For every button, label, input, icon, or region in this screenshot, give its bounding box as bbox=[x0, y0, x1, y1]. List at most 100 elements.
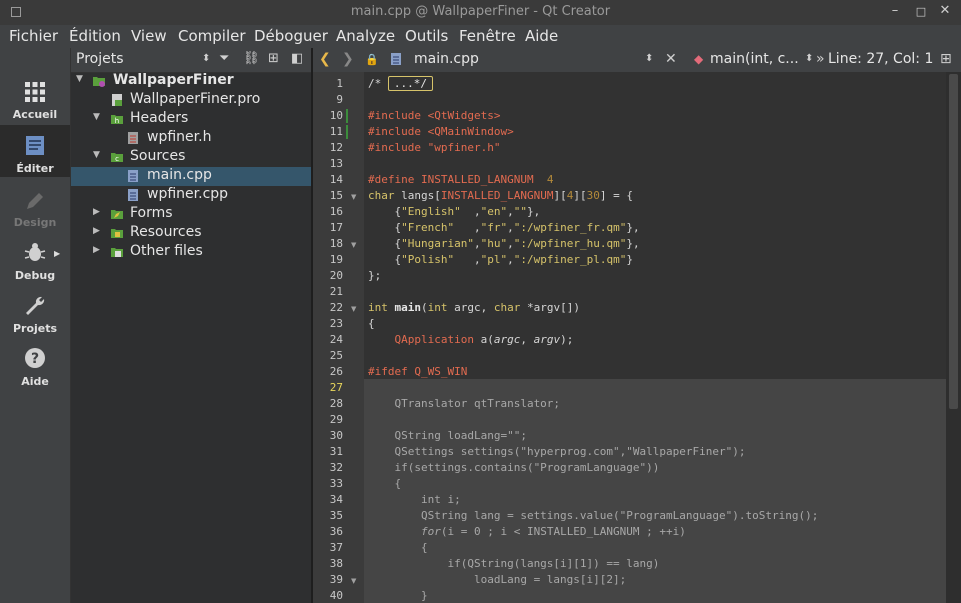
code-token: }, bbox=[526, 205, 541, 218]
selector-arrows-icon[interactable]: ⬍ bbox=[645, 53, 653, 64]
mode-projets[interactable]: Projets bbox=[0, 284, 70, 336]
line-number: 34 bbox=[329, 493, 343, 506]
pencil-icon bbox=[27, 193, 43, 209]
code-line: if(settings.contains("ProgramLanguage")) bbox=[368, 461, 660, 474]
code-token: (i = 0 ; i < INSTALLED_LANGNUM ; ++i) bbox=[440, 525, 686, 538]
code-token: for bbox=[420, 525, 441, 538]
mode-aide[interactable]: ? Aide bbox=[0, 337, 70, 389]
fold-arrow-icon[interactable]: ▼ bbox=[351, 305, 356, 313]
fold-arrow-icon[interactable]: ▼ bbox=[351, 241, 356, 249]
code-editor[interactable]: ▼ ▼ ▼ ▼ 1 9 10 11 12 13 14 15 16 17 18 19 20 21 22 23 24… bbox=[313, 72, 961, 603]
code-line: { bbox=[368, 317, 375, 330]
tree-label: Sources bbox=[130, 148, 186, 164]
project-view-selector[interactable]: Projets bbox=[76, 51, 124, 67]
line-number: 18 bbox=[329, 237, 343, 250]
code-token: char bbox=[368, 189, 395, 202]
collapse-arrow-icon[interactable]: ▼ bbox=[93, 150, 100, 160]
code-line: QApplication a(argc, argv); bbox=[368, 333, 574, 346]
cpp-file-icon bbox=[391, 53, 401, 65]
line-number: 35 bbox=[329, 509, 343, 522]
expand-arrow-icon[interactable]: ▶ bbox=[54, 249, 60, 258]
menu-edition[interactable]: Édition bbox=[69, 27, 121, 45]
code-token: , bbox=[473, 237, 481, 250]
code-line: char langs[INSTALLED_LANGNUM][4][30] = { bbox=[368, 189, 633, 202]
line-number-gutter[interactable]: ▼ ▼ ▼ ▼ 1 9 10 11 12 13 14 15 16 17 18 19 20 21 22 23 24… bbox=[313, 72, 364, 603]
mode-editer[interactable]: Éditer bbox=[0, 125, 70, 177]
tree-item-header-file[interactable]: wpfiner.h bbox=[71, 129, 311, 148]
menu-outils[interactable]: Outils bbox=[405, 27, 448, 45]
minimize-icon[interactable]: – bbox=[887, 3, 903, 18]
mode-label: Debug bbox=[14, 269, 56, 282]
menu-fichier[interactable]: Fichier bbox=[9, 27, 58, 45]
close-pane-icon[interactable]: ◧ bbox=[291, 51, 303, 66]
tree-item-project[interactable]: ▼ WallpaperFiner bbox=[71, 72, 311, 91]
menu-analyze[interactable]: Analyze bbox=[336, 27, 395, 45]
menu-fenetre[interactable]: Fenêtre bbox=[459, 27, 516, 45]
code-token: QApplication bbox=[394, 333, 474, 346]
more-icon[interactable]: » bbox=[816, 51, 825, 67]
split-icon[interactable]: ⊞ bbox=[268, 51, 279, 66]
tree-item-forms[interactable]: ▶ Forms bbox=[71, 205, 311, 224]
link-icon[interactable]: ⛓ bbox=[243, 51, 260, 66]
selector-arrows-icon[interactable]: ⬍ bbox=[805, 53, 813, 64]
menu-deboguer[interactable]: Déboguer bbox=[254, 27, 328, 45]
tree-item-main-cpp[interactable]: main.cpp bbox=[71, 167, 311, 186]
scrollbar-thumb[interactable] bbox=[949, 74, 958, 409]
project-panel: Projets ⬍ ⏷ ⛓ ⊞ ◧ ▼ WallpaperFiner Wallp… bbox=[71, 48, 311, 603]
fold-arrow-icon[interactable]: ▼ bbox=[351, 577, 356, 585]
vertical-scrollbar[interactable] bbox=[946, 72, 961, 603]
menu-view[interactable]: View bbox=[131, 27, 167, 45]
code-token: argv bbox=[533, 333, 561, 346]
tree-item-sources[interactable]: ▼ c Sources bbox=[71, 148, 311, 167]
svg-text:?: ? bbox=[31, 351, 39, 367]
folded-comment[interactable]: ...*/ bbox=[387, 76, 433, 91]
menu-aide[interactable]: Aide bbox=[525, 27, 558, 45]
line-number: 36 bbox=[329, 525, 343, 538]
maximize-icon[interactable]: □ bbox=[913, 5, 929, 18]
line-number: 13 bbox=[329, 157, 343, 170]
code-token: int bbox=[427, 301, 448, 314]
code-token: argc bbox=[493, 333, 521, 346]
code-line: #include <QtWidgets> bbox=[368, 109, 501, 122]
expand-arrow-icon[interactable]: ▶ bbox=[93, 245, 100, 255]
split-icon[interactable]: ⊞ bbox=[940, 51, 952, 67]
code-token: , bbox=[460, 205, 481, 218]
code-token: ][ bbox=[553, 189, 567, 202]
expand-arrow-icon[interactable]: ▶ bbox=[93, 207, 100, 217]
expand-arrow-icon[interactable]: ▶ bbox=[93, 226, 100, 236]
mode-label: Aide bbox=[21, 375, 49, 388]
tree-item-other-files[interactable]: ▶ Other files bbox=[71, 243, 311, 262]
cursor-position[interactable]: Line: 27, Col: 1 bbox=[828, 51, 933, 67]
fold-arrow-icon[interactable]: ▼ bbox=[351, 193, 356, 201]
code-token: "English" bbox=[401, 205, 461, 218]
code-token: { bbox=[368, 237, 402, 250]
code-token: ":/wpfiner_hu.qm" bbox=[513, 237, 627, 250]
code-token: ][ bbox=[573, 189, 587, 202]
collapse-arrow-icon[interactable]: ▼ bbox=[76, 74, 83, 84]
tree-item-headers[interactable]: ▼ h Headers bbox=[71, 110, 311, 129]
mode-accueil[interactable]: Accueil bbox=[0, 73, 70, 125]
close-icon[interactable]: ✕ bbox=[937, 3, 953, 18]
mode-design: Design bbox=[0, 178, 70, 230]
tree-item-wpfiner-cpp[interactable]: wpfiner.cpp bbox=[71, 186, 311, 205]
menu-compiler[interactable]: Compiler bbox=[178, 27, 246, 45]
open-file-selector[interactable]: main.cpp bbox=[414, 51, 479, 67]
line-number: 19 bbox=[329, 253, 343, 266]
close-document-icon[interactable]: ✕ bbox=[665, 51, 677, 67]
code-line: { bbox=[368, 477, 402, 490]
tree-item-resources[interactable]: ▶ Resources bbox=[71, 224, 311, 243]
folder-icon: h bbox=[111, 115, 123, 125]
code-token: #define INSTALLED_LANGNUM bbox=[368, 173, 547, 186]
tree-item-pro-file[interactable]: WallpaperFiner.pro bbox=[71, 91, 311, 110]
back-icon[interactable]: ❮ bbox=[319, 51, 331, 67]
collapse-arrow-icon[interactable]: ▼ bbox=[93, 112, 100, 122]
forward-icon[interactable]: ❯ bbox=[342, 51, 354, 67]
filter-icon[interactable]: ⏷ bbox=[219, 51, 229, 66]
selector-arrows-icon[interactable]: ⬍ bbox=[202, 53, 210, 64]
code-line: {"English" ,"en",""}, bbox=[368, 205, 540, 218]
mode-debug[interactable]: ▶ Debug bbox=[0, 231, 70, 283]
change-marker bbox=[346, 125, 348, 139]
symbol-selector[interactable]: main(int, c... bbox=[710, 51, 799, 67]
